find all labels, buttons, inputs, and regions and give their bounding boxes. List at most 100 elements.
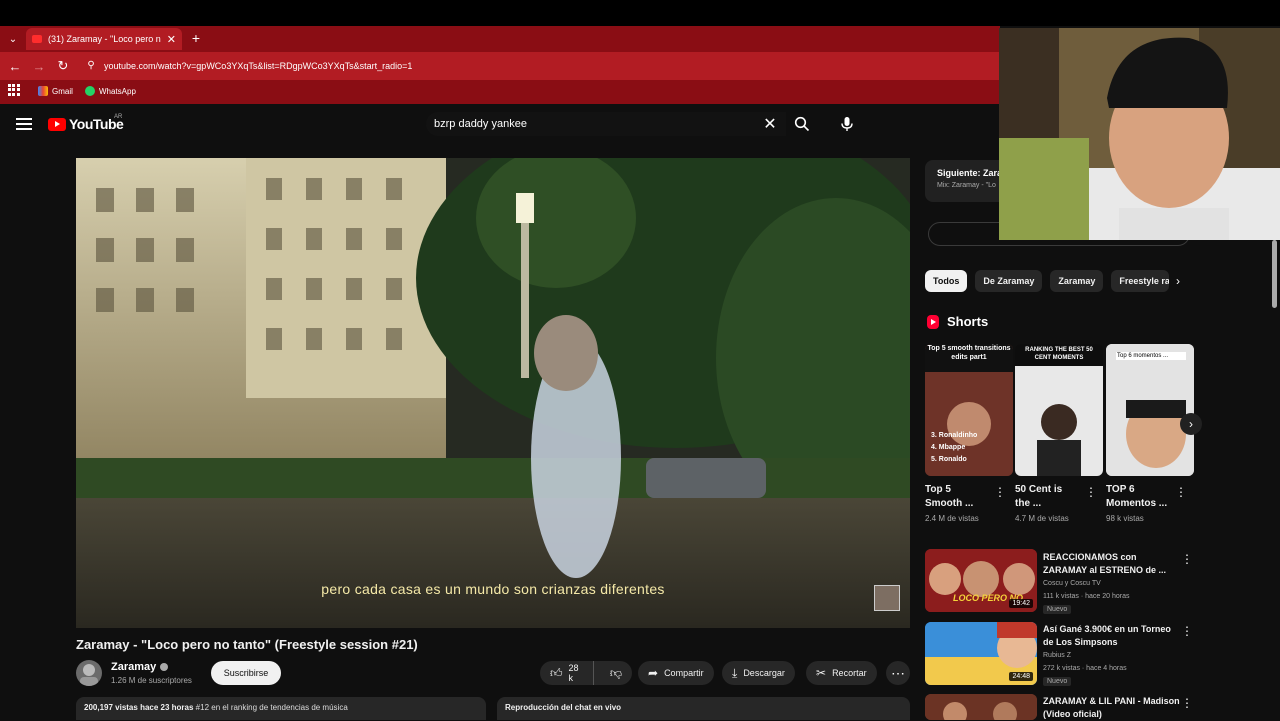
filter-chips: Todos De Zaramay Zaramay Freestyle ra	[925, 270, 1170, 292]
scissors-icon: ✂	[816, 666, 827, 680]
chevron-right-icon[interactable]: ›	[1170, 273, 1186, 289]
short-overlay-text: Top 6 momentos ...	[1116, 352, 1186, 360]
search-box[interactable]	[426, 112, 786, 136]
like-dislike-group: 👍︎ 28 k 👎︎	[540, 661, 632, 685]
video-meta: 111 k vistas · hace 20 horas	[1043, 593, 1130, 600]
gmail-icon	[38, 86, 48, 96]
youtube-play-icon	[48, 117, 66, 131]
short-menu-icon[interactable]: ⋮	[994, 485, 1006, 499]
youtube-favicon-icon	[32, 35, 42, 43]
video-thumbnail[interactable]	[925, 694, 1037, 720]
back-icon[interactable]: ←	[6, 57, 24, 75]
bookmark-gmail[interactable]: Gmail	[38, 86, 73, 96]
download-icon: ⤓	[732, 665, 738, 680]
more-actions-icon[interactable]: ⋯	[886, 661, 910, 685]
video-thumbnail[interactable]: LOCO PERO NO 19:42	[925, 549, 1037, 612]
microphone-icon	[841, 117, 853, 131]
close-tab-icon[interactable]: ✕	[167, 33, 176, 46]
video-caption: pero cada casa es un mundo son crianzas …	[321, 581, 665, 597]
like-button[interactable]: 👍︎ 28 k	[540, 661, 594, 685]
dislike-button[interactable]: 👎︎	[600, 661, 632, 685]
share-icon: ➦	[648, 666, 659, 680]
short-thumbnail[interactable]: Top 5 smooth transitions edits part1 3. …	[925, 344, 1013, 476]
channel-watermark[interactable]	[874, 585, 900, 611]
whatsapp-icon	[85, 86, 95, 96]
video-title[interactable]: Así Gané 3.900€ en un Torneo de Los Simp…	[1043, 623, 1183, 649]
short-title[interactable]: TOP 6 Momentos ...	[1106, 483, 1176, 511]
chip-todos[interactable]: Todos	[925, 270, 968, 292]
download-button[interactable]: ⤓ Descargar	[722, 661, 795, 685]
apps-grid-icon[interactable]	[8, 84, 20, 96]
new-badge: Nuevo	[1043, 677, 1072, 686]
video-title[interactable]: ZARAMAY & LIL PANI - Madison (Video ofic…	[1043, 695, 1183, 721]
channel-avatar[interactable]	[76, 660, 102, 686]
video-player[interactable]: pero cada casa es un mundo son crianzas …	[76, 158, 910, 628]
short-views: 2.4 M de vistas	[925, 514, 979, 523]
chip-de-zaramay[interactable]: De Zaramay	[975, 270, 1043, 292]
chip-freestyle[interactable]: Freestyle ra	[1111, 270, 1170, 292]
shorts-next-icon[interactable]: ›	[1180, 413, 1202, 435]
forward-icon[interactable]: →	[30, 57, 48, 75]
clear-search-icon[interactable]: ✕	[762, 115, 778, 133]
chip-zaramay[interactable]: Zaramay	[1050, 270, 1104, 292]
video-title: Zaramay - "Loco pero no tanto" (Freestyl…	[76, 637, 418, 652]
channel-avatar-image	[80, 664, 98, 686]
short-thumbnail[interactable]: RANKING THE BEST 50 CENT MOMENTS	[1015, 344, 1103, 476]
description-box[interactable]: 200,197 vistas hace 23 horas #12 en el r…	[76, 697, 486, 720]
short-title[interactable]: 50 Cent is the ...	[1015, 483, 1085, 511]
video-thumbnail[interactable]: 24:48	[925, 622, 1037, 685]
channel-name[interactable]: Zaramay	[111, 661, 169, 673]
scrollbar-thumb[interactable]	[1272, 240, 1277, 308]
search-icon	[794, 116, 810, 132]
site-info-icon[interactable]: ⚲	[84, 58, 98, 72]
subscribe-button[interactable]: Suscribirse	[211, 661, 281, 685]
short-thumbnail[interactable]: Top 6 momentos ...	[1106, 344, 1194, 476]
video-channel[interactable]: Rubius Z	[1043, 652, 1071, 659]
webcam-image	[999, 28, 1280, 240]
short-overlay-text: RANKING THE BEST 50 CENT MOMENTS	[1025, 347, 1093, 361]
voice-search-button[interactable]	[834, 112, 860, 136]
live-chat-replay[interactable]: Reproducción del chat en vivo	[497, 697, 910, 720]
tab-title: (31) Zaramay - "Loco pero no ta	[48, 34, 161, 44]
clip-button[interactable]: ✂ Recortar	[806, 661, 877, 685]
short-views: 98 k vistas	[1106, 514, 1144, 523]
short-menu-icon[interactable]: ⋮	[1175, 485, 1187, 499]
share-button[interactable]: ➦ Compartir	[638, 661, 714, 685]
short-views: 4.7 M de vistas	[1015, 514, 1069, 523]
browser-tab[interactable]: (31) Zaramay - "Loco pero no ta ✕	[26, 28, 182, 50]
short-menu-icon[interactable]: ⋮	[1085, 485, 1097, 499]
video-channel[interactable]: Coscu y Coscu TV	[1043, 580, 1101, 587]
reload-icon[interactable]: ↻	[54, 57, 72, 75]
top-strip	[0, 0, 1280, 26]
short-2-image	[1015, 344, 1103, 476]
video-duration: 19:42	[1009, 599, 1033, 608]
bookmark-whatsapp[interactable]: WhatsApp	[85, 86, 136, 96]
bookmarks-bar	[0, 80, 1000, 104]
video-menu-icon[interactable]: ⋮	[1181, 696, 1193, 710]
video-menu-icon[interactable]: ⋮	[1181, 552, 1193, 566]
new-tab-icon[interactable]: +	[188, 30, 204, 46]
webcam-overlay	[999, 28, 1280, 240]
hamburger-menu-icon[interactable]	[16, 116, 32, 132]
next-in-mix[interactable]: Siguiente: Zara Mix: Zaramay - "Lo	[925, 160, 1005, 202]
video-menu-icon[interactable]: ⋮	[1181, 624, 1193, 638]
search-input[interactable]	[434, 118, 754, 130]
thumbs-down-icon: 👎︎	[609, 665, 622, 680]
video-duration: 24:48	[1009, 672, 1033, 681]
shorts-heading: Shorts	[927, 314, 988, 329]
video-frame-scene	[76, 158, 910, 628]
shorts-icon	[927, 314, 939, 329]
short-3-image	[1106, 344, 1194, 476]
subscriber-count: 1.26 M de suscriptores	[111, 676, 192, 685]
video-meta: 272 k vistas · hace 4 horas	[1043, 665, 1127, 672]
search-button[interactable]	[788, 112, 816, 136]
video-3-image	[925, 694, 1037, 720]
verified-icon	[160, 663, 169, 671]
thumbs-up-icon: 👍︎	[550, 665, 563, 680]
video-title[interactable]: REACCIONAMOS con ZARAMAY al ESTRENO de .…	[1043, 551, 1183, 577]
youtube-logo[interactable]: YouTube	[48, 116, 124, 132]
tab-search-dropdown-icon[interactable]: ⌄	[4, 30, 22, 48]
short-ranking-list: 3. Ronaldinho 4. Mbappe 5. Ronaldo	[931, 432, 978, 463]
url-field[interactable]: youtube.com/watch?v=gpWCo3YXqTs&list=RDg…	[104, 61, 412, 71]
short-title[interactable]: Top 5 Smooth ...	[925, 483, 995, 511]
